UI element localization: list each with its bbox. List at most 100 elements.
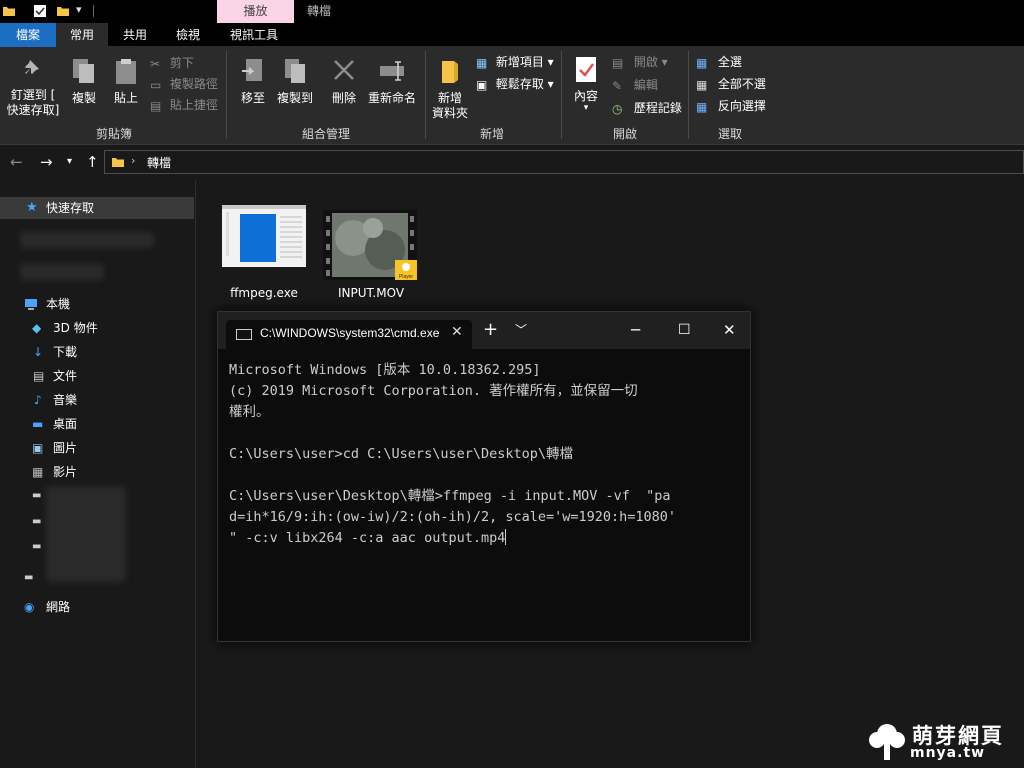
maximize-icon[interactable]: ☐ (678, 320, 691, 340)
customize-toolbar-chevron-icon[interactable]: ▾ (76, 3, 90, 17)
tab-file[interactable]: 檔案 (0, 23, 56, 47)
nav-quick-access[interactable]: ★ 快速存取 (0, 197, 194, 219)
easy-access-button[interactable]: ▣ 輕鬆存取 ▾ (476, 76, 554, 93)
nav-desktop[interactable]: ▬ 桌面 (0, 413, 194, 435)
group-divider (425, 51, 426, 139)
nav-pictures[interactable]: ▣ 圖片 (0, 437, 194, 459)
cmd-line: (c) 2019 Microsoft Corporation. 著作權所有，並保… (229, 383, 638, 399)
tab-view[interactable]: 檢視 (162, 23, 214, 47)
forward-arrow-icon[interactable]: → (40, 153, 53, 171)
history-button[interactable]: ◷ 歷程記錄 (612, 100, 682, 117)
nav-videos[interactable]: ▦ 影片 (0, 461, 194, 483)
video-file-thumbnail-icon: Player (323, 210, 417, 280)
new-folder-button[interactable]: 新增 資料夾 (430, 57, 470, 121)
drive-icon[interactable]: ▬ (32, 490, 41, 501)
cmd-output[interactable]: Microsoft Windows [版本 10.0.18362.295] (c)… (229, 360, 744, 549)
nav-network[interactable]: ◉ 網路 (0, 596, 194, 618)
folder-icon (112, 158, 124, 167)
new-tab-plus-icon[interactable]: + (483, 320, 498, 340)
properties-check-icon[interactable] (33, 4, 47, 18)
open-icon: ▤ (612, 55, 624, 70)
copy-button[interactable]: 複製 (66, 57, 102, 106)
rename-button[interactable]: 重新命名 (366, 57, 418, 106)
dropdown-chevron-icon: ▾ (547, 55, 554, 69)
open-button[interactable]: ▤ 開啟 ▾ (612, 54, 668, 71)
nav-pictures-label: 圖片 (53, 441, 78, 455)
copy-path-button[interactable]: ▭ 複製路徑 (150, 76, 218, 93)
paste-label: 貼上 (113, 91, 138, 105)
copy-to-icon (285, 59, 305, 83)
nav-3d-objects[interactable]: ◆ 3D 物件 (0, 317, 194, 339)
properties-button[interactable]: 內容 ▾ (568, 55, 604, 113)
paste-button[interactable]: 貼上 (108, 57, 144, 106)
cmd-line: Microsoft Windows [版本 10.0.18362.295] (229, 362, 541, 378)
nav-documents[interactable]: ▤ 文件 (0, 365, 194, 387)
computer-icon (25, 299, 37, 310)
tab-home[interactable]: 常用 (56, 23, 108, 47)
folder-icon[interactable] (2, 4, 16, 18)
up-arrow-icon[interactable]: ↑ (86, 153, 99, 171)
minimize-icon[interactable]: ─ (631, 320, 640, 340)
cmd-line-current: " -c:v libx264 -c:a aac output.mp4 (229, 528, 744, 549)
tab-video-tools[interactable]: 視訊工具 (214, 23, 294, 47)
breadcrumb-chevron-icon[interactable]: › (131, 154, 135, 167)
recent-locations-chevron-icon[interactable]: ▾ (67, 153, 72, 171)
dropdown-chevron-icon: ▾ (547, 77, 554, 91)
select-none-button[interactable]: ▦ 全部不選 (696, 76, 766, 93)
file-item-input-mov[interactable]: Player INPUT.MOV (321, 202, 421, 326)
drive-icon[interactable]: ▬ (24, 572, 33, 583)
pin-label-1: 釘選到 [ (10, 88, 56, 102)
pin-quick-access-button[interactable]: 釘選到 [ 快速存取] (4, 57, 62, 118)
select-none-icon: ▦ (696, 77, 708, 92)
cut-button[interactable]: ✂ 剪下 (150, 55, 194, 72)
delete-button[interactable]: 刪除 (328, 57, 360, 106)
group-label-clipboard: 剪貼簿 (95, 127, 132, 141)
group-divider (226, 51, 227, 139)
group-label-organize: 組合管理 (301, 127, 350, 141)
move-to-button[interactable]: 移至 (236, 57, 270, 106)
copy-to-label: 複製到 (276, 91, 313, 105)
cmd-line (229, 465, 744, 486)
copy-label: 複製 (71, 91, 96, 105)
group-label-select: 選取 (717, 127, 742, 141)
file-item-ffmpeg[interactable]: ffmpeg.exe (219, 202, 309, 326)
drive-icon[interactable]: ▬ (32, 541, 41, 552)
player-badge: Player (399, 274, 414, 280)
nav-downloads[interactable]: ↓ 下載 (0, 341, 194, 363)
close-tab-icon[interactable]: ✕ (451, 324, 463, 340)
cmd-window[interactable]: C:\WINDOWS\system32\cmd.exe ✕ + ﹀ ─ ☐ ✕ … (217, 311, 751, 642)
new-item-icon: ▦ (476, 55, 488, 70)
title-bar: ▾ 播放 轉檔 (0, 0, 1024, 23)
copy-icon (73, 59, 94, 83)
document-icon: ▤ (33, 369, 45, 383)
select-all-button[interactable]: ▦ 全選 (696, 54, 742, 71)
cmd-tab[interactable]: C:\WINDOWS\system32\cmd.exe ✕ (226, 320, 472, 349)
edit-button[interactable]: ✎ 編輯 (612, 77, 658, 94)
address-bar[interactable]: › 轉檔 (104, 150, 1024, 174)
film-icon: ▦ (32, 465, 44, 479)
cut-label: 剪下 (169, 56, 194, 70)
back-arrow-icon[interactable]: ← (10, 153, 23, 171)
tab-share[interactable]: 共用 (108, 23, 162, 47)
new-item-button[interactable]: ▦ 新增項目 ▾ (476, 54, 554, 71)
nav-videos-label: 影片 (53, 465, 78, 479)
paste-shortcut-button[interactable]: ▤ 貼上捷徑 (150, 97, 218, 114)
desktop-icon: ▬ (32, 417, 44, 431)
nav-music[interactable]: ♪ 音樂 (0, 389, 194, 411)
text-cursor (505, 529, 507, 545)
download-arrow-icon: ↓ (33, 345, 44, 359)
blurred-drives (46, 486, 126, 582)
cmd-line: C:\Users\user\Desktop\轉檔>ffmpeg -i input… (229, 488, 671, 504)
contextual-tab-play[interactable]: 播放 (217, 0, 294, 23)
tab-dropdown-chevron-icon[interactable]: ﹀ (515, 320, 527, 340)
nav-this-pc[interactable]: 本機 (0, 293, 194, 315)
invert-selection-button[interactable]: ▦ 反向選擇 (696, 98, 766, 115)
paste-shortcut-icon: ▤ (150, 98, 162, 113)
close-window-icon[interactable]: ✕ (723, 320, 736, 340)
breadcrumb-current[interactable]: 轉檔 (147, 154, 171, 171)
copy-to-button[interactable]: 複製到 (274, 57, 316, 106)
drive-icon[interactable]: ▬ (32, 516, 41, 527)
new-folder-icon[interactable] (56, 4, 70, 18)
cmd-title-bar[interactable]: C:\WINDOWS\system32\cmd.exe ✕ + ﹀ ─ ☐ ✕ (218, 312, 750, 349)
nav-this-pc-label: 本機 (46, 297, 71, 311)
